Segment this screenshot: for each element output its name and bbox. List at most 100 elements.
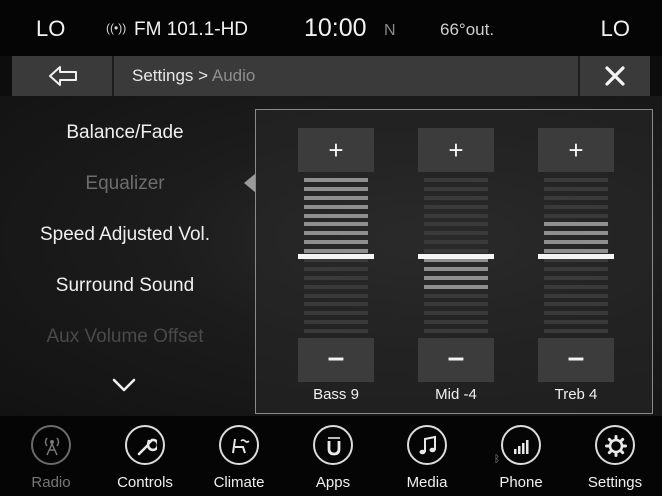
eq-segment: [424, 231, 488, 236]
eq-segment: [424, 284, 488, 289]
eq-segment: [424, 178, 488, 182]
eq-segment: [304, 249, 368, 254]
treble-label: Treb 4: [554, 386, 598, 403]
eq-segment: [544, 195, 608, 200]
nav-label: Controls: [117, 474, 173, 491]
eq-segment: [424, 213, 488, 218]
eq-segment: [544, 302, 608, 307]
eq-segment: [544, 178, 608, 182]
menu-item-balance-fade[interactable]: Balance/Fade: [0, 122, 250, 144]
eq-segment: [424, 186, 488, 191]
radio-signal-icon: ((•)): [106, 21, 127, 35]
nav-label: Phone: [499, 474, 543, 491]
eq-segment: [304, 178, 368, 182]
eq-segment: [424, 240, 488, 245]
breadcrumb-current: Audio: [211, 66, 256, 85]
eq-segment: [304, 186, 368, 191]
eq-segment: [304, 311, 368, 316]
eq-band-treble: + – Treb 4: [536, 128, 616, 412]
eq-segment: [424, 204, 488, 209]
treble-slider[interactable]: [538, 176, 614, 336]
eq-segment: [424, 329, 488, 334]
menu-item-speed-adjusted-vol[interactable]: Speed Adjusted Vol.: [0, 224, 250, 246]
passenger-temp-setting[interactable]: LO: [601, 16, 630, 42]
eq-segment: [424, 302, 488, 307]
outside-temperature: 66°out.: [440, 20, 495, 39]
eq-segment: [304, 222, 368, 227]
main-area: Balance/Fade Equalizer Speed Adjusted Vo…: [0, 96, 662, 416]
menu-item-aux-volume-offset[interactable]: Aux Volume Offset: [0, 326, 250, 348]
gear-icon: [595, 425, 635, 465]
back-button[interactable]: [12, 56, 112, 96]
audio-settings-menu: Balance/Fade Equalizer Speed Adjusted Vo…: [0, 96, 250, 416]
breadcrumb-parent: Settings >: [132, 66, 209, 85]
eq-segment: [544, 249, 608, 254]
bass-slider[interactable]: [298, 176, 374, 336]
eq-segment: [544, 213, 608, 218]
bluetooth-icon: ᛒ: [494, 454, 500, 465]
bass-increase-button[interactable]: +: [298, 128, 374, 172]
eq-segment: [544, 240, 608, 245]
nav-controls[interactable]: Controls: [98, 416, 192, 496]
nav-media[interactable]: Media: [380, 416, 474, 496]
mid-label: Mid -4: [435, 386, 477, 403]
close-button[interactable]: [580, 56, 650, 96]
eq-segment: [304, 240, 368, 245]
eq-segment: [544, 222, 608, 227]
driver-temp-setting[interactable]: LO: [36, 16, 65, 42]
menu-item-surround-sound[interactable]: Surround Sound: [0, 275, 250, 297]
eq-band-mid: + – Mid -4: [416, 128, 496, 412]
eq-segment: [424, 275, 488, 280]
eq-segment: [424, 195, 488, 200]
eq-zero-line: [298, 254, 374, 259]
eq-segment: [544, 329, 608, 334]
eq-segment: [304, 213, 368, 218]
treble-increase-button[interactable]: +: [538, 128, 614, 172]
mid-slider[interactable]: [418, 176, 494, 336]
chevron-down-icon[interactable]: [112, 378, 136, 392]
music-note-icon: [407, 425, 447, 465]
eq-segment: [544, 231, 608, 236]
bass-decrease-button[interactable]: –: [298, 338, 374, 382]
treble-decrease-button[interactable]: –: [538, 338, 614, 382]
mid-increase-button[interactable]: +: [418, 128, 494, 172]
menu-item-equalizer[interactable]: Equalizer: [0, 173, 250, 195]
eq-segment: [544, 275, 608, 280]
wrench-icon: [125, 425, 165, 465]
eq-segment: [304, 329, 368, 334]
eq-segment: [424, 266, 488, 271]
eq-segment: [304, 293, 368, 298]
eq-zero-line: [418, 254, 494, 259]
divider: [112, 56, 114, 96]
eq-segment: [544, 293, 608, 298]
eq-segment: [304, 231, 368, 236]
eq-segment: [544, 284, 608, 289]
eq-segment: [544, 320, 608, 325]
nav-climate[interactable]: Climate: [192, 416, 286, 496]
bottom-nav: Radio Controls Climate Apps Media ᛒ Phon…: [0, 416, 662, 496]
eq-segment: [304, 204, 368, 209]
eq-segment: [544, 311, 608, 316]
eq-segment: [304, 302, 368, 307]
eq-segment: [304, 195, 368, 200]
nav-apps[interactable]: Apps: [286, 416, 380, 496]
nav-radio[interactable]: Radio: [4, 416, 98, 496]
eq-segment: [304, 284, 368, 289]
bass-label: Bass 9: [313, 386, 359, 403]
eq-segment: [424, 249, 488, 254]
radio-station: FM 101.1-HD: [134, 19, 249, 40]
nav-label: Media: [406, 474, 448, 491]
eq-segment: [544, 266, 608, 271]
breadcrumb: Settings > Audio: [132, 66, 255, 86]
nav-settings[interactable]: Settings: [568, 416, 662, 496]
header-bar: Settings > Audio: [12, 56, 650, 96]
eq-segment: [424, 222, 488, 227]
nav-label: Climate: [213, 474, 265, 491]
eq-segment: [424, 293, 488, 298]
nav-label: Settings: [587, 474, 643, 491]
radio-tower-icon: [31, 425, 71, 465]
nav-phone[interactable]: ᛒ Phone: [474, 416, 568, 496]
compass-heading: N: [384, 22, 396, 39]
mid-decrease-button[interactable]: –: [418, 338, 494, 382]
eq-segment: [304, 275, 368, 280]
